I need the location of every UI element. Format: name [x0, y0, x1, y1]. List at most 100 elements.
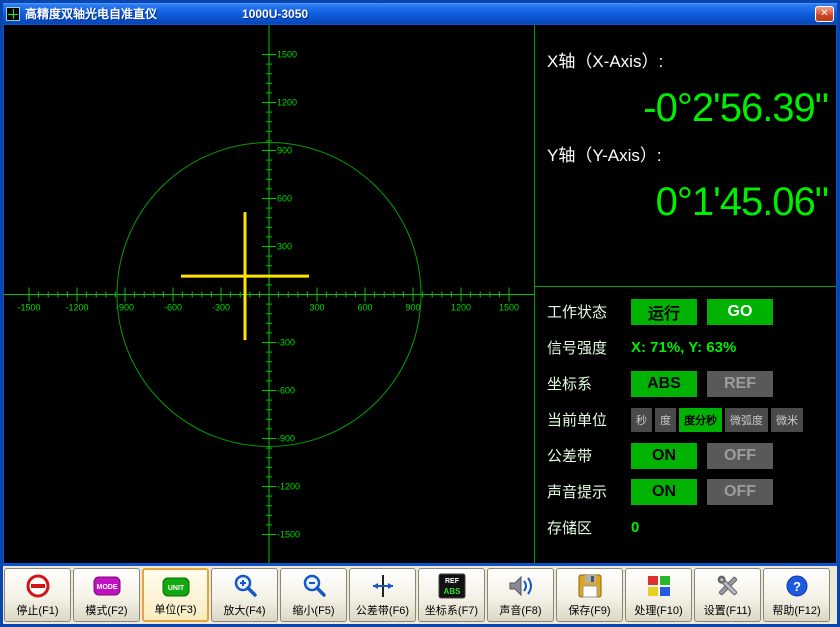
settings-icon — [714, 572, 742, 599]
window-title: 高精度双轴光电自准直仪 — [25, 5, 157, 22]
svg-text:UNIT: UNIT — [167, 585, 184, 592]
toolbar-button-sound[interactable]: 声音(F8) — [487, 568, 554, 622]
help-icon: ? — [783, 572, 811, 599]
svg-text:900: 900 — [405, 303, 420, 313]
toolbar-button-label: 放大(F4) — [223, 602, 265, 618]
toolbar-button-label: 缩小(F5) — [292, 602, 334, 618]
toolbar-button-label: 公差带(F6) — [356, 602, 409, 618]
unit-option-microradian[interactable]: 微弧度 — [725, 408, 768, 432]
toolbar: 停止(F1) MODE 模式(F2) UNIT 单位(F3) 放大(F4) 缩小… — [3, 564, 837, 624]
scope-plot: -1500 -1500 -1200 -1200 -900 -900 -600 -600 -300… — [4, 25, 534, 563]
toolbar-button-unit[interactable]: UNIT 单位(F3) — [142, 568, 209, 622]
unit-option-degrees[interactable]: 度 — [655, 408, 676, 432]
toolbar-button-label: 设置(F11) — [704, 602, 751, 618]
sound-label: 声音提示 — [547, 481, 631, 502]
coord-icon: REFABS — [437, 572, 467, 599]
mode-icon: MODE — [92, 572, 122, 599]
svg-text:300: 300 — [309, 303, 324, 313]
unit-label: 当前单位 — [547, 409, 631, 430]
svg-text:600: 600 — [357, 303, 372, 313]
toolbar-button-stop[interactable]: 停止(F1) — [4, 568, 71, 622]
svg-text:-900: -900 — [116, 303, 134, 313]
svg-text:1500: 1500 — [499, 303, 519, 313]
work-state-label: 工作状态 — [547, 301, 631, 322]
svg-text:1200: 1200 — [451, 303, 471, 313]
toolbar-button-tolerance[interactable]: 公差带(F6) — [349, 568, 416, 622]
storage-row: 存储区 0 — [547, 513, 830, 542]
toolbar-button-label: 停止(F1) — [16, 602, 58, 618]
tolerance-on-button[interactable]: ON — [631, 443, 697, 469]
close-icon[interactable]: ✕ — [815, 6, 834, 22]
sound-row: 声音提示 ON OFF — [547, 477, 830, 506]
main-area: -1500 -1500 -1200 -1200 -900 -900 -600 -600 -300… — [4, 25, 836, 563]
unit-row: 当前单位 秒 度 度分秒 微弧度 微米 — [547, 405, 830, 434]
zoom-in-icon — [231, 572, 259, 599]
sound-off-button[interactable]: OFF — [707, 479, 773, 505]
svg-text:-300: -300 — [212, 303, 230, 313]
x-axis-value: -0°2'56.39" — [547, 86, 828, 131]
app-window: 高精度双轴光电自准直仪 1000U-3050 ✕ -1500 -1500 -1200… — [0, 0, 840, 627]
tolerance-off-button[interactable]: OFF — [707, 443, 773, 469]
abs-button[interactable]: ABS — [631, 371, 697, 397]
toolbar-button-label: 单位(F3) — [154, 601, 196, 617]
svg-text:600: 600 — [277, 194, 292, 204]
zoom-out-icon — [300, 572, 328, 599]
tolerance-row: 公差带 ON OFF — [547, 441, 830, 470]
scope-svg: -1500 -1500 -1200 -1200 -900 -900 -600 -600 -300… — [4, 25, 534, 563]
window-model: 1000U-3050 — [242, 7, 308, 21]
storage-value: 0 — [631, 519, 639, 536]
svg-text:-1200: -1200 — [277, 482, 300, 492]
work-state-row: 工作状态 运行 GO — [547, 297, 830, 326]
sound-icon — [507, 572, 535, 599]
svg-text:-600: -600 — [277, 386, 295, 396]
process-icon — [645, 572, 673, 599]
signal-strength-row: 信号强度 X: 71%, Y: 63% — [547, 333, 830, 362]
unit-option-seconds[interactable]: 秒 — [631, 408, 652, 432]
y-axis-value: 0°1'45.06" — [547, 180, 828, 225]
ref-button[interactable]: REF — [707, 371, 773, 397]
sound-on-button[interactable]: ON — [631, 479, 697, 505]
toolbar-button-label: 模式(F2) — [85, 602, 127, 618]
coord-system-row: 坐标系 ABS REF — [547, 369, 830, 398]
svg-text:REF: REF — [445, 578, 460, 585]
status-panel: 工作状态 运行 GO 信号强度 X: 71%, Y: 63% 坐标系 ABS R… — [535, 287, 836, 563]
x-axis-label: X轴（X-Axis）: — [547, 47, 828, 72]
toolbar-button-mode[interactable]: MODE 模式(F2) — [73, 568, 140, 622]
toolbar-button-settings[interactable]: 设置(F11) — [694, 568, 761, 622]
save-icon — [576, 572, 604, 599]
go-button[interactable]: GO — [707, 299, 773, 325]
toolbar-button-coord[interactable]: REFABS 坐标系(F7) — [418, 568, 485, 622]
unit-option-dms[interactable]: 度分秒 — [679, 408, 722, 432]
toolbar-button-process[interactable]: 处理(F10) — [625, 568, 692, 622]
toolbar-button-zoom-out[interactable]: 缩小(F5) — [280, 568, 347, 622]
svg-text:-900: -900 — [277, 434, 295, 444]
svg-text:-1200: -1200 — [65, 303, 88, 313]
tolerance-label: 公差带 — [547, 445, 631, 466]
svg-text:-600: -600 — [164, 303, 182, 313]
unit-icon: UNIT — [161, 573, 191, 600]
svg-text:1200: 1200 — [277, 98, 297, 108]
app-icon — [6, 7, 20, 21]
angle-readout: X轴（X-Axis）: -0°2'56.39" Y轴（Y-Axis）: 0°1'… — [535, 25, 836, 287]
storage-label: 存储区 — [547, 517, 631, 538]
toolbar-button-label: 声音(F8) — [499, 602, 541, 618]
run-button[interactable]: 运行 — [631, 299, 697, 325]
toolbar-button-zoom-in[interactable]: 放大(F4) — [211, 568, 278, 622]
right-panel: X轴（X-Axis）: -0°2'56.39" Y轴（Y-Axis）: 0°1'… — [534, 25, 836, 563]
svg-text:-1500: -1500 — [277, 530, 300, 540]
toolbar-button-label: 坐标系(F7) — [425, 602, 478, 618]
coord-system-label: 坐标系 — [547, 373, 631, 394]
toolbar-button-save[interactable]: 保存(F9) — [556, 568, 623, 622]
toolbar-button-label: 帮助(F12) — [772, 602, 820, 618]
unit-option-micron[interactable]: 微米 — [771, 408, 803, 432]
svg-text:?: ? — [793, 579, 801, 594]
toolbar-button-help[interactable]: ? 帮助(F12) — [763, 568, 830, 622]
stop-icon — [24, 572, 52, 599]
svg-text:MODE: MODE — [96, 584, 117, 591]
svg-text:-1500: -1500 — [17, 303, 40, 313]
toolbar-button-label: 保存(F9) — [568, 602, 610, 618]
titlebar: 高精度双轴光电自准直仪 1000U-3050 ✕ — [3, 3, 837, 24]
svg-text:300: 300 — [277, 242, 292, 252]
svg-text:-300: -300 — [277, 338, 295, 348]
tolerance-icon — [369, 572, 397, 599]
